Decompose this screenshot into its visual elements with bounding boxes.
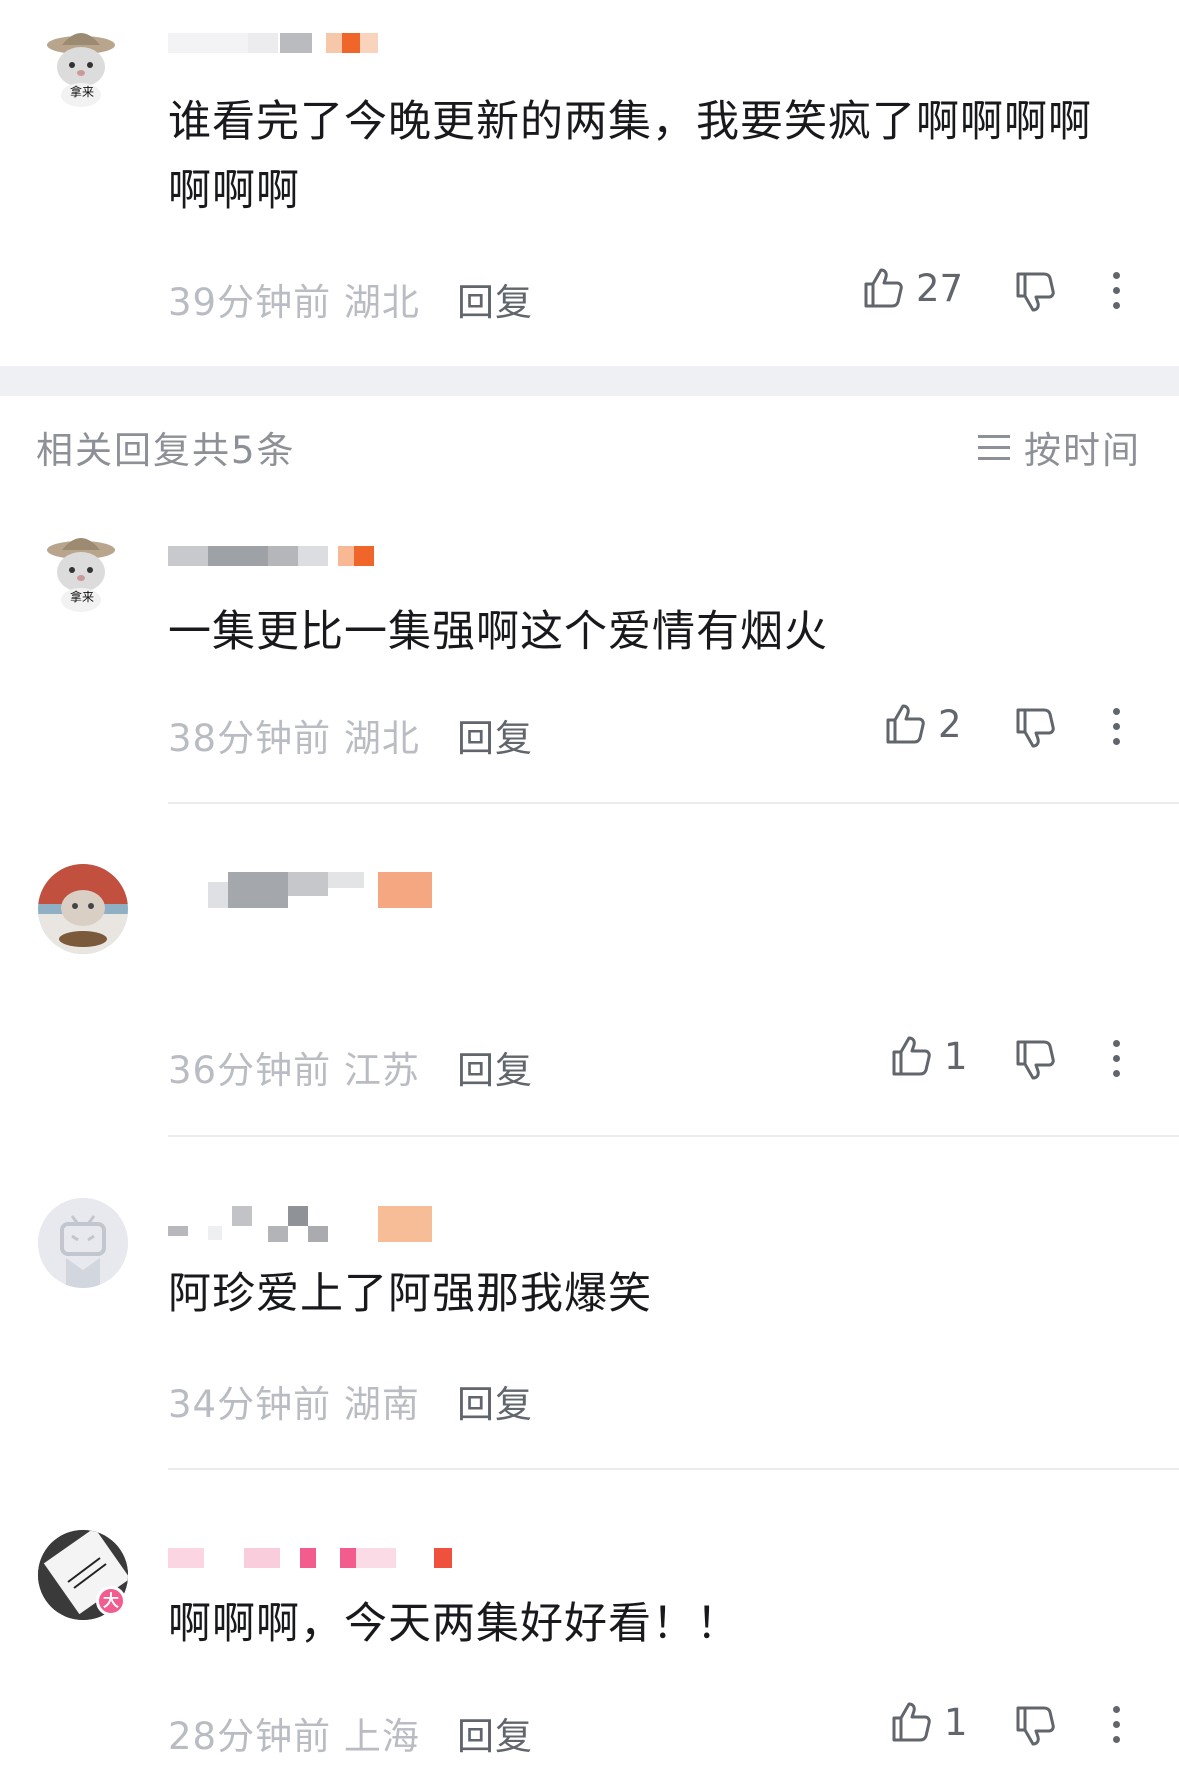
reply-time-location: 34分钟前 湖南	[168, 1383, 420, 1426]
comment-thread-page: 拿来 谁看完了今晚更新的两集，我要笑疯了啊啊啊啊啊啊啊 39分钟前 湖北 回复 …	[0, 0, 1179, 1788]
username-redacted[interactable]	[168, 872, 432, 908]
thumbs-down-icon	[1016, 708, 1055, 748]
sort-by-time-button[interactable]: 按时间	[978, 420, 1141, 474]
like-count: 1	[944, 1034, 968, 1078]
thumbs-down-icon	[1016, 1040, 1055, 1080]
comment-time-location: 39分钟前 湖北	[168, 281, 420, 324]
avatar[interactable]	[38, 1198, 128, 1288]
divider	[168, 1468, 1179, 1470]
like-button[interactable]: 1	[888, 1034, 968, 1078]
cat-photo-avatar-icon	[38, 864, 128, 954]
thumbs-down-icon	[1016, 1706, 1055, 1746]
divider	[168, 1135, 1179, 1137]
more-options-icon[interactable]	[1105, 272, 1129, 312]
username-redacted[interactable]	[168, 1548, 468, 1570]
avatar[interactable]	[38, 864, 128, 954]
like-count: 2	[938, 702, 962, 746]
reply-time-location: 38分钟前 湖北	[168, 717, 420, 760]
dislike-button[interactable]	[1012, 270, 1056, 318]
sort-lines-icon	[978, 435, 1010, 460]
replies-count-title: 相关回复共5条	[36, 429, 296, 472]
like-button[interactable]: 2	[882, 702, 962, 746]
reply-text: 阿珍爱上了阿强那我爆笑	[168, 1269, 652, 1319]
avatar[interactable]: 拿来	[40, 530, 122, 612]
username-redacted[interactable]	[168, 1206, 432, 1242]
username-redacted[interactable]	[168, 546, 398, 568]
divider	[168, 802, 1179, 804]
username-redacted[interactable]	[168, 33, 388, 55]
thumbs-up-icon	[892, 1702, 931, 1742]
section-divider	[0, 366, 1179, 396]
like-count: 1	[944, 1700, 968, 1744]
dislike-button[interactable]	[1012, 1038, 1056, 1086]
more-options-icon[interactable]	[1105, 708, 1129, 748]
comment-text: 谁看完了今晚更新的两集，我要笑疯了啊啊啊啊啊啊啊	[168, 97, 1092, 216]
thumbs-up-icon	[864, 268, 903, 308]
reply-text: 一集更比一集强啊这个爱情有烟火	[168, 607, 828, 657]
avatar[interactable]: 拿来	[40, 25, 122, 107]
reply-time-location: 28分钟前 上海	[168, 1715, 420, 1758]
more-options-icon[interactable]	[1105, 1040, 1129, 1080]
reply-text: 啊啊啊，今天两集好好看！！	[168, 1599, 740, 1649]
reply-button[interactable]: 回复	[457, 1374, 533, 1428]
vip-badge: 大	[96, 1586, 126, 1616]
more-options-icon[interactable]	[1105, 1706, 1129, 1746]
dislike-button[interactable]	[1012, 1704, 1056, 1752]
like-count: 27	[916, 266, 964, 310]
dislike-button[interactable]	[1012, 706, 1056, 754]
vip-badge-label: 大	[102, 1591, 119, 1610]
avatar-caption: 拿来	[70, 590, 95, 604]
like-button[interactable]: 27	[860, 266, 963, 310]
reply-time-location: 36分钟前 江苏	[168, 1049, 420, 1092]
sort-label: 按时间	[1024, 429, 1141, 472]
reply-button[interactable]: 回复	[457, 1706, 533, 1760]
thumbs-down-icon	[1016, 272, 1055, 312]
thumbs-up-icon	[886, 704, 925, 744]
reply-button[interactable]: 回复	[457, 708, 533, 762]
tv-mascot-default-avatar-icon	[38, 1198, 128, 1288]
thumbs-up-icon	[892, 1036, 931, 1076]
like-button[interactable]: 1	[888, 1700, 968, 1744]
reply-button[interactable]: 回复	[457, 272, 533, 326]
avatar-caption: 拿来	[70, 85, 95, 99]
reply-button[interactable]: 回复	[457, 1040, 533, 1094]
